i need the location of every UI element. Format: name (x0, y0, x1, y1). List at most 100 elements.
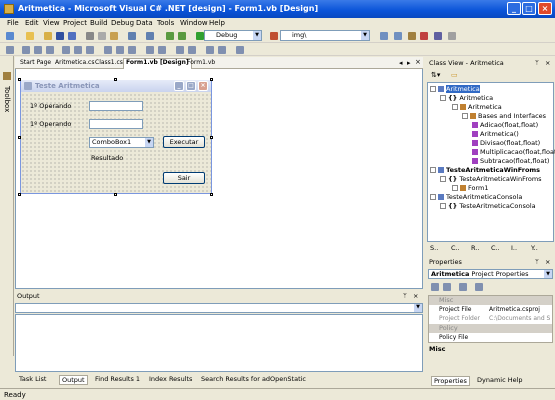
paste-icon[interactable] (110, 32, 118, 40)
close-panel-icon[interactable]: × (545, 257, 550, 268)
new-project-icon[interactable] (6, 32, 14, 40)
command-window-icon[interactable] (448, 32, 456, 40)
undo-icon[interactable] (128, 32, 136, 40)
tab-class1-cs[interactable]: Class1.cs (93, 59, 125, 66)
menu-debug[interactable]: Debug (111, 19, 134, 27)
tree-node-namespace[interactable]: {} TesteAritmeticaConsola (440, 202, 536, 210)
resize-handle[interactable] (114, 193, 117, 196)
tab-scroll-left-icon[interactable]: ◂ (399, 59, 403, 67)
close-panel-icon[interactable]: × (545, 58, 550, 69)
object-browser-icon[interactable] (434, 32, 442, 40)
tree-node-method[interactable]: Aritmetica() (472, 130, 519, 138)
solution-config-select[interactable]: Debug ▼ (204, 30, 262, 41)
tree-node-project[interactable]: Aritmetica (430, 85, 480, 93)
tree-node-method[interactable]: Multiplicacao(float,float) (472, 148, 555, 156)
tab-task-list[interactable]: Task List (19, 375, 46, 383)
properties-window-icon[interactable] (394, 32, 402, 40)
resize-handle[interactable] (18, 193, 21, 196)
menu-build[interactable]: Build (90, 19, 108, 27)
bring-to-front-icon[interactable] (206, 46, 214, 54)
nav-back-icon[interactable] (166, 32, 174, 40)
textbox-operand-2[interactable] (89, 119, 143, 129)
close-button[interactable]: × (538, 2, 552, 15)
nav-forward-icon[interactable] (178, 32, 186, 40)
tab-form1-vb[interactable]: Form1.vb (185, 59, 217, 66)
lock-controls-icon[interactable] (236, 46, 244, 54)
menu-edit[interactable]: Edit (25, 19, 39, 27)
pin-icon[interactable]: ᛘ (535, 58, 539, 69)
tab-contents[interactable]: C.. (491, 244, 500, 252)
tree-node-project[interactable]: TesteAritmeticaConsola (430, 193, 522, 201)
find-combo[interactable]: img\ ▼ (280, 30, 370, 41)
redo-icon[interactable] (146, 32, 154, 40)
align-middles-icon[interactable] (74, 46, 82, 54)
copy-icon[interactable] (98, 32, 106, 40)
close-tab-icon[interactable]: × (415, 58, 421, 66)
tab-form1-design[interactable]: Form1.vb [Design] (123, 58, 192, 69)
center-vertically-icon[interactable] (188, 46, 196, 54)
tree-node-namespace[interactable]: {} TesteAritmeticaWinFroms (440, 175, 542, 183)
output-source-select[interactable]: ▼ (15, 303, 423, 313)
tree-node-class[interactable]: Form1 (452, 184, 489, 192)
find-icon[interactable] (270, 32, 278, 40)
property-pages-icon[interactable] (475, 283, 483, 291)
resize-handle[interactable] (210, 136, 213, 139)
tree-node-method[interactable]: Subtracao(float,float) (472, 157, 549, 165)
tab-index[interactable]: I.. (511, 244, 517, 252)
maximize-button[interactable]: □ (522, 2, 536, 15)
menu-project[interactable]: Project (63, 19, 87, 27)
save-icon[interactable] (56, 32, 64, 40)
new-folder-icon[interactable]: ▭ (451, 71, 458, 79)
tree-node-namespace[interactable]: {} Aritmetica (440, 94, 493, 102)
tree-node-project[interactable]: TesteAritmeticaWinFroms (430, 166, 540, 174)
categorized-icon[interactable] (431, 283, 439, 291)
tab-search-results[interactable]: Search Results for adOpenStatic (201, 375, 306, 383)
menu-file[interactable]: File (7, 19, 19, 27)
align-rights-icon[interactable] (46, 46, 54, 54)
make-same-size-icon[interactable] (128, 46, 136, 54)
vertical-spacing-icon[interactable] (158, 46, 166, 54)
tab-search[interactable]: Y.. (531, 244, 538, 252)
tab-start-page[interactable]: Start Page (18, 59, 53, 66)
cut-icon[interactable] (86, 32, 94, 40)
object-selector[interactable]: Aritmetica Project Properties ▼ (428, 269, 553, 279)
properties-view-icon[interactable] (459, 283, 467, 291)
tab-properties[interactable]: Properties (431, 376, 470, 386)
menu-window[interactable]: Window (180, 19, 208, 27)
resize-handle[interactable] (210, 193, 213, 196)
execute-button[interactable]: Executar (163, 136, 205, 148)
resize-handle[interactable] (18, 78, 21, 81)
open-icon[interactable] (44, 32, 52, 40)
toolbox-icon[interactable] (408, 32, 416, 40)
operation-combobox[interactable]: ComboBox1 ▼ (89, 137, 154, 148)
resize-handle[interactable] (210, 78, 213, 81)
prop-value[interactable]: Aritmetica.csproj (489, 306, 540, 313)
horizontal-spacing-icon[interactable] (146, 46, 154, 54)
start-icon[interactable] (196, 32, 204, 40)
tab-solution-explorer[interactable]: S.. (430, 244, 438, 252)
menu-view[interactable]: View (43, 19, 60, 27)
alphabetical-icon[interactable] (443, 283, 451, 291)
pin-icon[interactable]: ᛘ (535, 257, 539, 268)
make-same-height-icon[interactable] (116, 46, 124, 54)
textbox-operand-1[interactable] (89, 101, 143, 111)
tab-index-results[interactable]: Index Results (149, 375, 192, 383)
align-tops-icon[interactable] (62, 46, 70, 54)
tree-node-class[interactable]: Aritmetica (452, 103, 502, 111)
exit-button[interactable]: Sair (163, 172, 205, 184)
add-item-icon[interactable] (26, 32, 34, 40)
tab-aritmetica-cs[interactable]: Aritmetica.cs (53, 59, 96, 66)
resize-handle[interactable] (114, 78, 117, 81)
tree-node-method[interactable]: Divisao(float,float) (472, 139, 540, 147)
tree-node-bases[interactable]: Bases and Interfaces (462, 112, 546, 120)
send-to-back-icon[interactable] (218, 46, 226, 54)
tab-dynamic-help[interactable]: Dynamic Help (477, 376, 523, 384)
align-to-grid-icon[interactable] (6, 46, 14, 54)
tab-scroll-right-icon[interactable]: ▸ (407, 59, 411, 67)
menu-help[interactable]: Help (209, 19, 225, 27)
category-policy[interactable]: Policy (429, 324, 552, 333)
tab-find-results[interactable]: Find Results 1 (95, 375, 140, 383)
align-bottoms-icon[interactable] (86, 46, 94, 54)
tab-resource-view[interactable]: R.. (471, 244, 479, 252)
pin-icon[interactable]: ᛘ (403, 291, 407, 302)
